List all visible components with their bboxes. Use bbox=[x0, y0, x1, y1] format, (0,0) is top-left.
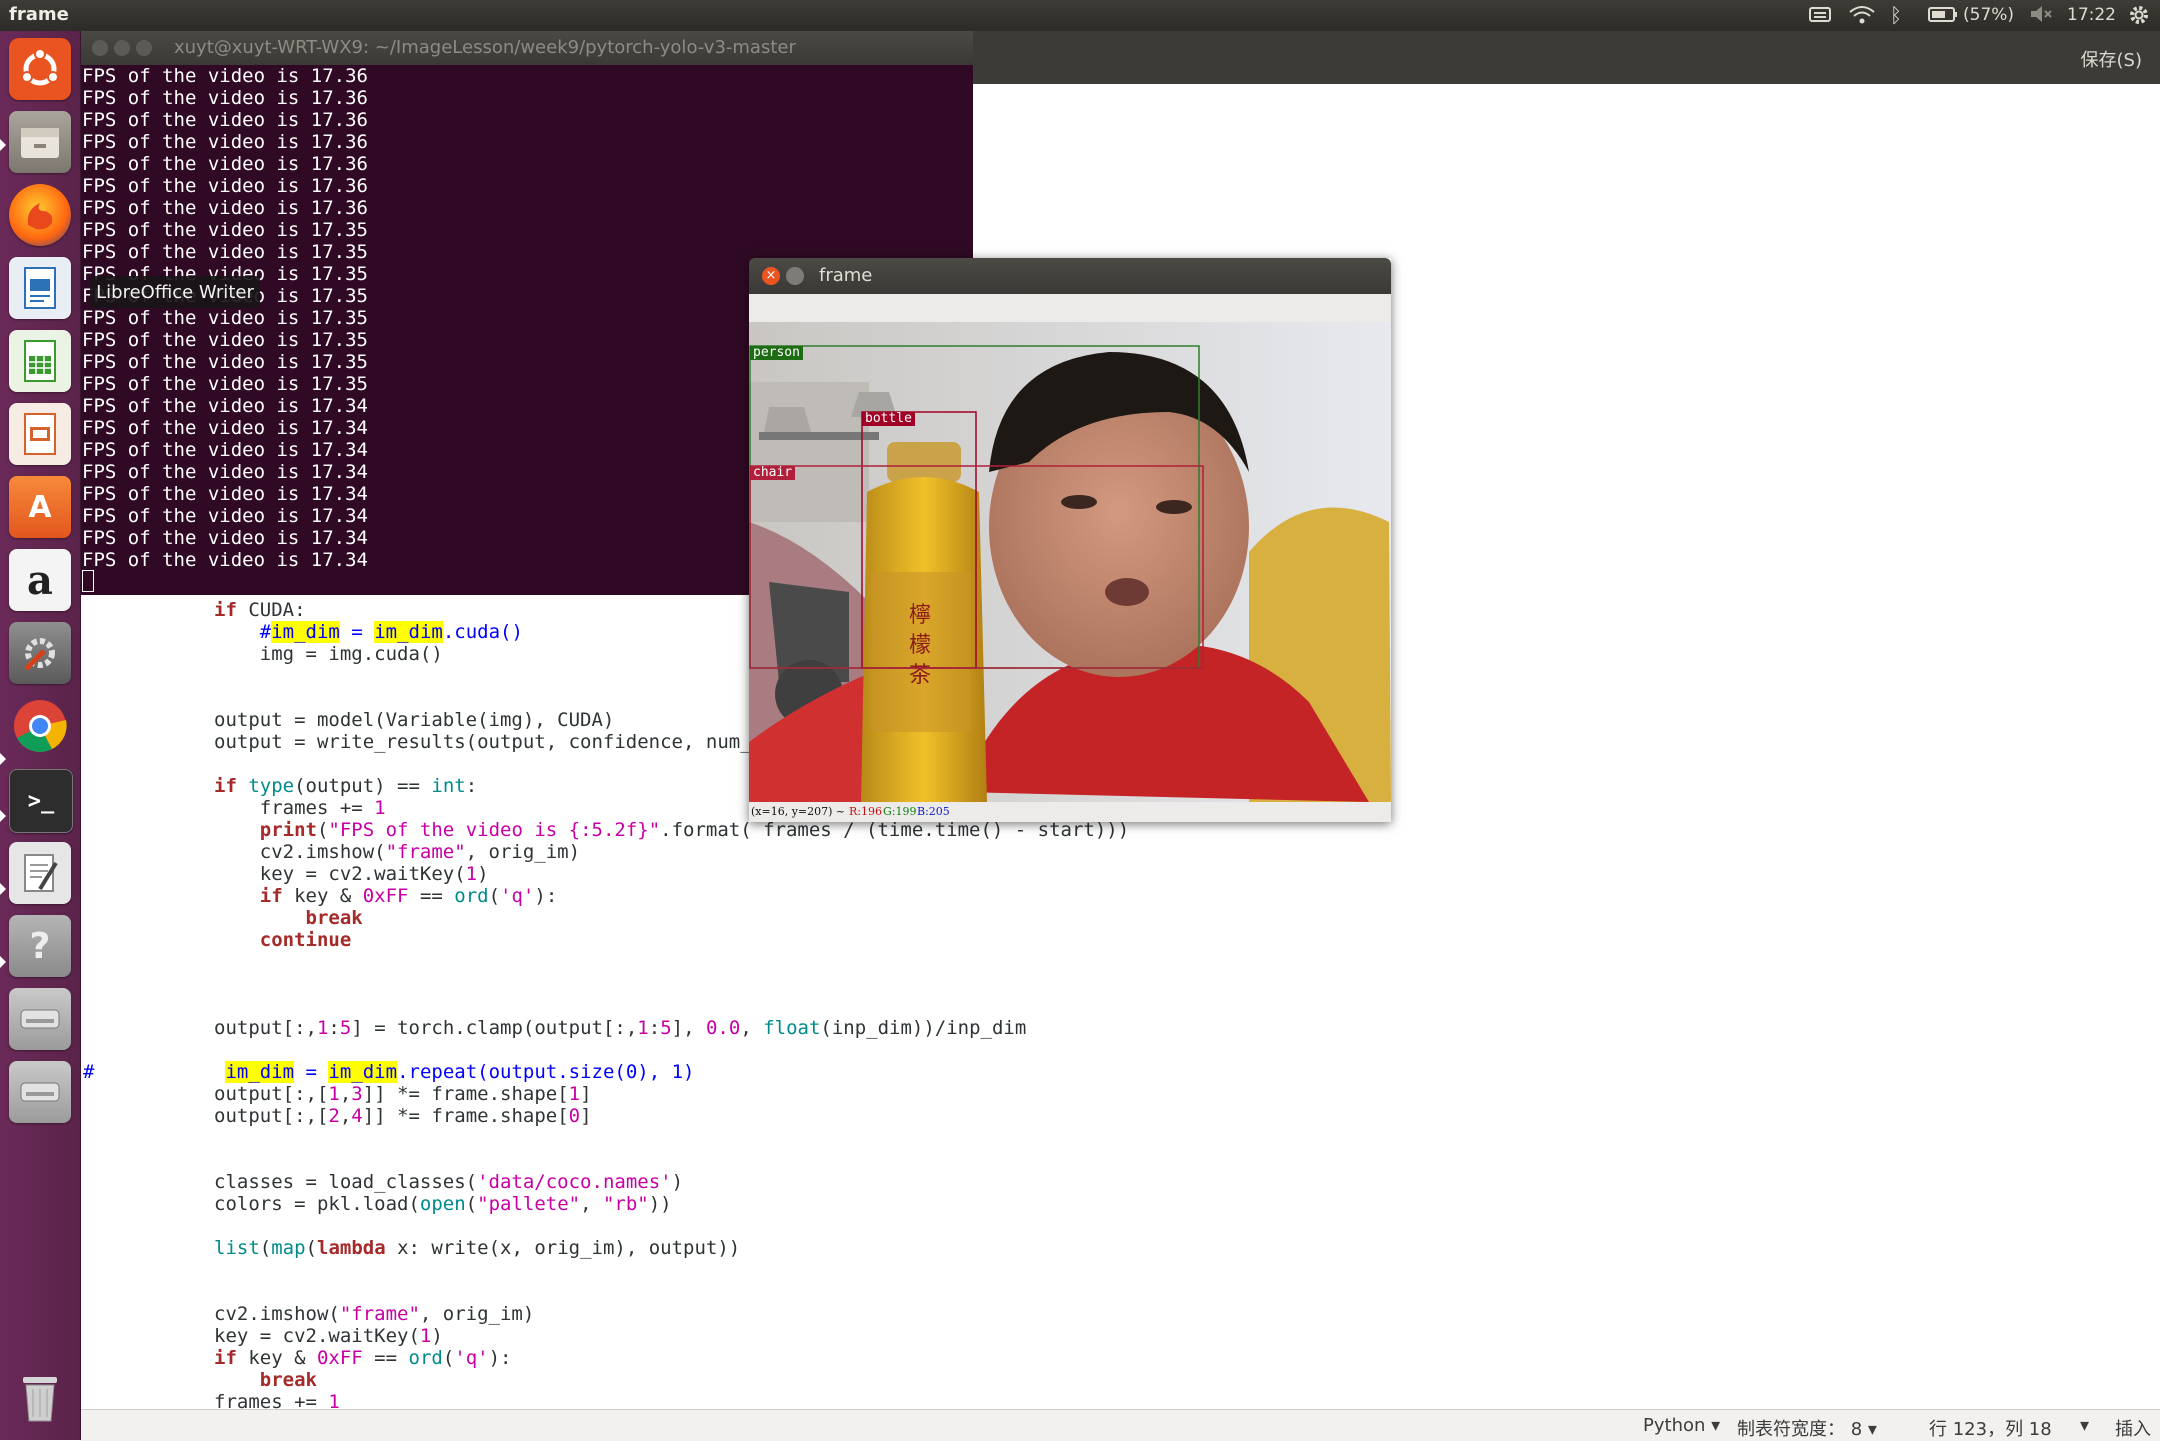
amazon-icon[interactable]: a bbox=[9, 549, 71, 611]
pixel-green: G:199 bbox=[883, 805, 917, 818]
window-title: frame bbox=[9, 4, 69, 25]
terminal-line: FPS of the video is 17.36 bbox=[82, 197, 368, 219]
language-selector[interactable]: Python ▾ bbox=[1643, 1415, 1720, 1436]
software-center-icon[interactable]: A bbox=[9, 476, 71, 538]
detection-label-chair: chair bbox=[750, 466, 796, 480]
terminal-line: FPS of the video is 17.36 bbox=[82, 109, 368, 131]
svg-text:茶: 茶 bbox=[909, 663, 931, 688]
terminal-line: FPS of the video is 17.35 bbox=[82, 329, 368, 351]
terminal-line: FPS of the video is 17.34 bbox=[82, 505, 368, 527]
terminal-line: FPS of the video is 17.34 bbox=[82, 417, 368, 439]
libreoffice-calc-icon[interactable] bbox=[9, 330, 71, 392]
running-indicator bbox=[0, 139, 6, 151]
firefox-icon[interactable] bbox=[9, 184, 71, 246]
close-icon[interactable] bbox=[92, 40, 108, 56]
webcam-image[interactable]: 檸 檬 茶 person bottle chair bbox=[749, 322, 1391, 802]
terminal-line: FPS of the video is 17.34 bbox=[82, 395, 368, 417]
running-indicator bbox=[0, 810, 6, 822]
frame-titlebar[interactable]: × frame bbox=[749, 258, 1391, 294]
clock[interactable]: 17:22 bbox=[2067, 5, 2116, 25]
maximize-icon[interactable] bbox=[136, 40, 152, 56]
opencv-frame-window[interactable]: × frame 檸 檬 茶 person bottle chair (x=16,… bbox=[749, 258, 1391, 822]
minimize-icon[interactable] bbox=[114, 40, 130, 56]
ubuntu-dash-icon[interactable] bbox=[9, 38, 71, 100]
files-icon[interactable] bbox=[9, 111, 71, 173]
terminal-line: FPS of the video is 17.34 bbox=[82, 483, 368, 505]
running-indicator bbox=[0, 956, 6, 968]
terminal-line: FPS of the video is 17.34 bbox=[82, 461, 368, 483]
libreoffice-impress-icon[interactable] bbox=[9, 403, 71, 465]
svg-text:檸: 檸 bbox=[909, 603, 931, 628]
terminal-line: FPS of the video is 17.36 bbox=[82, 65, 368, 87]
terminal-line: FPS of the video is 17.35 bbox=[82, 307, 368, 329]
editor-statusbar: Python ▾ 制表符宽度： 8 ▾ 行 123，列 18 ▾ 插入 bbox=[80, 1409, 2160, 1441]
pixel-coords: (x=16, y=207) ~ bbox=[751, 805, 846, 818]
terminal-line: FPS of the video is 17.35 bbox=[82, 241, 368, 263]
minimize-icon[interactable] bbox=[786, 267, 804, 285]
frame-statusbar: (x=16, y=207) ~ R:196 G:199 B:205 bbox=[749, 802, 1391, 822]
disk-drive-icon[interactable] bbox=[9, 1061, 71, 1123]
pixel-red: R:196 bbox=[849, 805, 882, 818]
system-settings-icon[interactable] bbox=[9, 622, 71, 684]
terminal-output: FPS of the video is 17.36 FPS of the vide… bbox=[82, 65, 368, 571]
libreoffice-writer-icon[interactable] bbox=[9, 257, 71, 319]
terminal-line: FPS of the video is 17.35 bbox=[82, 351, 368, 373]
bluetooth-icon[interactable]: ᛒ bbox=[1890, 3, 1902, 27]
terminal-icon[interactable]: >_ bbox=[9, 769, 73, 833]
terminal-cursor bbox=[82, 570, 94, 592]
volume-muted-icon[interactable] bbox=[2028, 3, 2054, 25]
cursor-position[interactable]: 行 123，列 18 bbox=[1929, 1415, 2052, 1441]
running-indicator bbox=[0, 883, 6, 895]
trash-icon[interactable] bbox=[9, 1367, 71, 1429]
keyboard-icon[interactable] bbox=[1808, 3, 1832, 25]
detection-label-bottle: bottle bbox=[862, 412, 915, 426]
launcher-tooltip: LibreOffice Writer bbox=[90, 276, 260, 308]
battery-percent: (57%) bbox=[1963, 5, 2015, 25]
help-icon[interactable]: ? bbox=[9, 915, 71, 977]
terminal-line: FPS of the video is 17.36 bbox=[82, 131, 368, 153]
svg-text:檬: 檬 bbox=[909, 633, 931, 658]
text-editor-icon[interactable] bbox=[9, 842, 71, 904]
chrome-icon[interactable] bbox=[9, 695, 71, 757]
close-icon[interactable]: × bbox=[762, 267, 780, 285]
frame-toolbar bbox=[749, 294, 1391, 323]
position-dropdown-icon[interactable]: ▾ bbox=[2080, 1415, 2089, 1436]
save-button[interactable]: 保存(S) bbox=[2081, 46, 2142, 72]
insert-mode[interactable]: 插入 bbox=[2115, 1415, 2151, 1441]
battery-icon[interactable] bbox=[1927, 3, 1959, 25]
tab-width-selector[interactable]: 制表符宽度： 8 ▾ bbox=[1737, 1415, 1877, 1441]
top-panel: frame ᛒ (57%) 17:22 bbox=[0, 0, 2160, 31]
wifi-icon[interactable] bbox=[1848, 3, 1876, 25]
terminal-line: FPS of the video is 17.36 bbox=[82, 87, 368, 109]
frame-title: frame bbox=[819, 265, 873, 286]
terminal-line: FPS of the video is 17.34 bbox=[82, 549, 368, 571]
terminal-line: FPS of the video is 17.34 bbox=[82, 527, 368, 549]
terminal-title: xuyt@xuyt-WRT-WX9: ~/ImageLesson/week9/p… bbox=[174, 37, 796, 58]
terminal-line: FPS of the video is 17.35 bbox=[82, 219, 368, 241]
detection-label-person: person bbox=[750, 346, 803, 360]
terminal-line: FPS of the video is 17.35 bbox=[82, 373, 368, 395]
running-indicator bbox=[0, 753, 6, 765]
terminal-line: FPS of the video is 17.36 bbox=[82, 153, 368, 175]
terminal-line: FPS of the video is 17.34 bbox=[82, 439, 368, 461]
gear-icon[interactable] bbox=[2127, 3, 2151, 27]
terminal-line: FPS of the video is 17.36 bbox=[82, 175, 368, 197]
pixel-blue: B:205 bbox=[917, 805, 950, 818]
launcher: A a >_ ? bbox=[0, 31, 81, 1440]
comment-marker: # bbox=[83, 1061, 95, 1083]
disk-drive-icon[interactable] bbox=[9, 988, 71, 1050]
terminal-titlebar[interactable]: xuyt@xuyt-WRT-WX9: ~/ImageLesson/week9/p… bbox=[80, 31, 973, 65]
